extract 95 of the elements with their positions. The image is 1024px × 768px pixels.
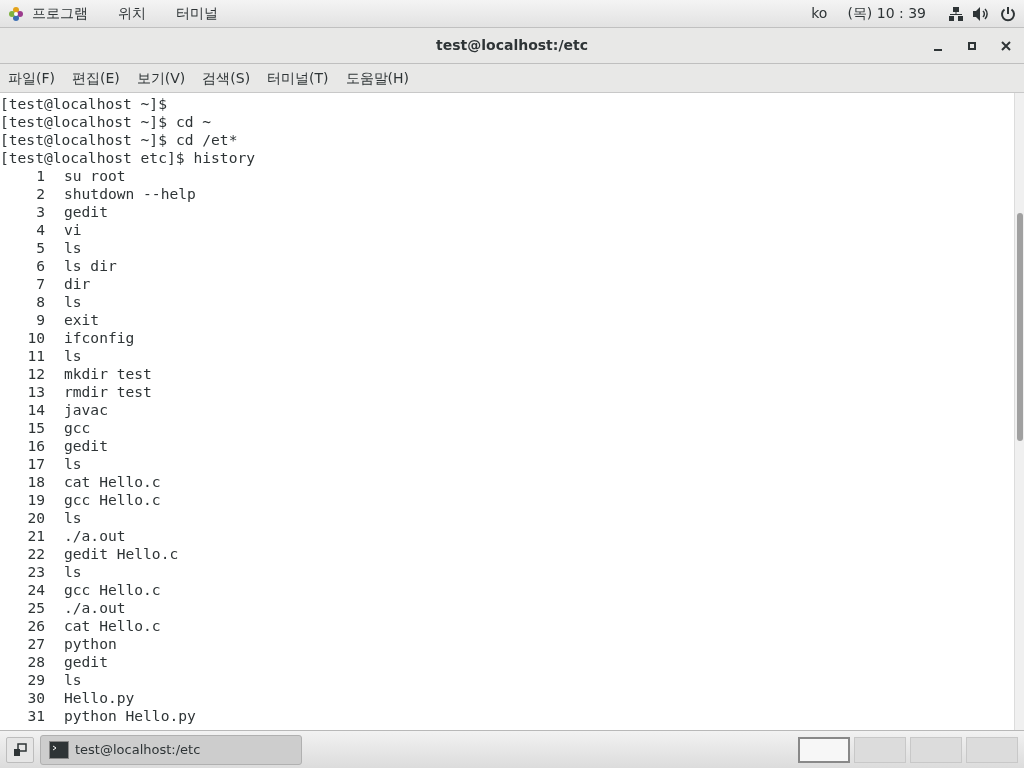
language-indicator[interactable]: ko	[811, 3, 828, 24]
history-command: gedit	[64, 653, 108, 671]
history-command: dir	[64, 275, 91, 293]
history-number: 30	[26, 689, 45, 707]
history-number: 18	[26, 473, 45, 491]
history-number: 23	[26, 563, 45, 581]
flower-logo-icon	[8, 5, 24, 22]
history-number: 25	[26, 599, 45, 617]
history-command: ls dir	[64, 257, 117, 275]
top-menu[interactable]: 위치	[118, 3, 146, 24]
history-number: 24	[26, 581, 45, 599]
history-command: vi	[64, 221, 82, 239]
workspace-switcher[interactable]	[966, 736, 1018, 763]
shell-prompt: [test@localhost ~]$	[0, 131, 167, 149]
history-number: 12	[26, 365, 45, 383]
history-command: gcc Hello.c	[64, 581, 161, 599]
history-number: 22	[26, 545, 45, 563]
history-command: cat Hello.c	[64, 617, 161, 635]
menu-item[interactable]: 파일(F)	[8, 67, 55, 89]
shell-command: cd /et*	[175, 131, 238, 149]
top-menu[interactable]: 터미널	[176, 3, 218, 24]
clock[interactable]: (목) 10 : 39	[847, 3, 926, 24]
history-number: 8	[35, 293, 45, 311]
history-number: 20	[26, 509, 45, 527]
history-command: gcc	[64, 419, 91, 437]
history-number: 9	[35, 311, 45, 329]
volume-icon[interactable]	[972, 5, 990, 22]
history-number: 26	[26, 617, 45, 635]
history-command: ifconfig	[64, 329, 135, 347]
history-command: mkdir test	[64, 365, 152, 383]
menu-item[interactable]: 검색(S)	[202, 67, 251, 89]
shell-command: cd ~	[175, 113, 212, 131]
history-command: gcc Hello.c	[64, 491, 161, 509]
shell-prompt: [test@localhost ~]$	[0, 113, 167, 131]
power-icon[interactable]	[1000, 5, 1016, 22]
history-number: 15	[26, 419, 45, 437]
terminal-icon	[49, 740, 69, 759]
history-command: ls	[64, 563, 82, 581]
history-command: ./a.out	[64, 599, 126, 617]
menu-item[interactable]: 보기(V)	[136, 67, 186, 89]
history-number: 2	[35, 185, 45, 203]
history-command: ls	[64, 671, 82, 689]
history-command: Hello.py	[64, 689, 135, 707]
workspace-switcher[interactable]	[854, 736, 906, 763]
show-desktop-button[interactable]	[6, 736, 34, 763]
history-number: 3	[35, 203, 45, 221]
history-command: shutdown --help	[64, 185, 196, 203]
history-command: ls	[64, 509, 82, 527]
top-menu[interactable]: 프로그램	[32, 3, 88, 24]
history-number: 14	[26, 401, 45, 419]
history-command: gedit Hello.c	[64, 545, 179, 563]
history-number: 4	[35, 221, 45, 239]
history-number: 7	[35, 275, 45, 293]
history-command: ls	[64, 347, 82, 365]
history-number: 28	[26, 653, 45, 671]
history-number: 29	[26, 671, 45, 689]
history-number: 19	[26, 491, 45, 509]
history-number: 10	[26, 329, 45, 347]
history-command: python Hello.py	[64, 707, 196, 725]
menu-item[interactable]: 터미널(T)	[267, 67, 329, 89]
workspace-switcher[interactable]	[798, 736, 850, 763]
history-command: ls	[64, 455, 82, 473]
history-number: 31	[26, 707, 45, 725]
history-number: 17	[26, 455, 45, 473]
history-number: 16	[26, 437, 45, 455]
history-command: ./a.out	[64, 527, 126, 545]
taskbar-window-button[interactable]: test@localhost:/etc	[40, 734, 302, 765]
history-number: 21	[26, 527, 45, 545]
windows-icon	[13, 742, 27, 757]
shell-prompt: [test@localhost ~]$	[0, 95, 167, 113]
history-command: javac	[64, 401, 108, 419]
history-number: 6	[35, 257, 45, 275]
shell-prompt: [test@localhost etc]$	[0, 149, 185, 167]
menu-item[interactable]: 도움말(H)	[345, 67, 410, 89]
history-command: su root	[64, 167, 126, 185]
history-command: python	[64, 635, 117, 653]
shell-command: history	[193, 149, 256, 167]
history-command: rmdir test	[64, 383, 152, 401]
history-number: 13	[26, 383, 45, 401]
history-command: gedit	[64, 203, 108, 221]
history-command: cat Hello.c	[64, 473, 161, 491]
history-number: 27	[26, 635, 45, 653]
scrollbar[interactable]	[1014, 93, 1024, 730]
network-icon[interactable]	[948, 5, 964, 22]
history-command: ls	[64, 293, 82, 311]
window-title: test@localhost:/etc	[436, 36, 588, 55]
workspace-switcher[interactable]	[910, 736, 962, 763]
menu-item[interactable]: 편집(E)	[72, 67, 120, 89]
history-number: 1	[35, 167, 45, 185]
history-command: gedit	[64, 437, 108, 455]
history-command: exit	[64, 311, 100, 329]
history-number: 11	[26, 347, 45, 365]
scrollbar-thumb[interactable]	[1016, 213, 1023, 441]
history-number: 5	[35, 239, 45, 257]
history-command: ls	[64, 239, 82, 257]
